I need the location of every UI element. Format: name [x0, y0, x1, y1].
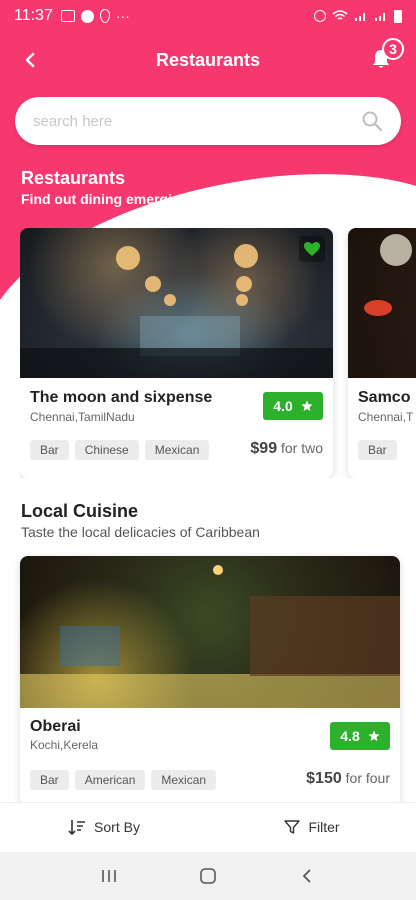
restaurant-image — [348, 228, 416, 378]
filter-icon — [284, 819, 301, 834]
bottom-action-bar: Sort By Filter — [0, 802, 416, 850]
restaurant-location: Chennai,T — [358, 410, 414, 424]
app-icon — [99, 9, 110, 23]
filter-button[interactable]: Filter — [208, 819, 416, 835]
price: $150 for four — [306, 770, 390, 788]
heart-icon — [304, 242, 320, 256]
cuisine-tag: Mexican — [151, 770, 217, 790]
chevron-left-icon — [302, 869, 311, 883]
status-icons-left: ··· — [60, 8, 130, 24]
notification-badge: 3 — [382, 38, 404, 60]
status-time: 11:37 — [14, 7, 53, 24]
cuisine-tag: Mexican — [144, 440, 210, 460]
skype-icon — [80, 9, 94, 23]
restaurant-name: The moon and sixpense — [30, 389, 213, 406]
signal-icon-2 — [375, 13, 385, 21]
notifications-button[interactable]: 3 — [364, 38, 404, 78]
cuisine-tag: Bar — [30, 770, 69, 790]
cuisine-tag: Bar — [358, 440, 397, 460]
food-decor — [364, 234, 412, 316]
recents-icon — [102, 870, 117, 882]
nav-back-button[interactable] — [292, 861, 322, 891]
restaurant-location: Chennai,TamilNadu — [30, 410, 135, 424]
rating-badge: 4.8 — [330, 722, 390, 750]
restaurant-image — [20, 228, 333, 378]
cuisine-tag: Chinese — [74, 440, 139, 460]
search-bar — [15, 97, 401, 145]
price-amount: $99 — [250, 440, 278, 457]
local-section-subtitle: Taste the local delicacies of Caribbean — [21, 524, 260, 540]
gallery-icon — [60, 10, 75, 22]
status-more: ··· — [115, 8, 130, 24]
sort-button[interactable]: Sort By — [0, 818, 208, 836]
filter-label: Filter — [308, 818, 340, 835]
status-bar: 11:37 ··· — [0, 0, 416, 32]
local-section-title: Local Cuisine — [21, 501, 139, 521]
home-button[interactable] — [193, 861, 223, 891]
app-bar: Restaurants 3 — [0, 38, 416, 82]
restaurants-section-subtitle: Find out dining emerging trends — [21, 191, 236, 207]
restaurant-name: Samco — [358, 389, 411, 406]
alarm-icon — [314, 10, 326, 22]
cuisine-tag: Bar — [30, 440, 69, 460]
page-title: Restaurants — [155, 49, 261, 70]
restaurant-name: Oberai — [30, 718, 81, 735]
back-button[interactable] — [16, 46, 44, 74]
cuisine-tags: Bar American Mexican — [30, 770, 217, 790]
restaurant-location: Kochi,Kerela — [30, 738, 99, 752]
cuisine-tags: Bar Chinese Mexican — [30, 440, 210, 460]
cuisine-tag: American — [74, 770, 146, 790]
restaurants-section-title: Restaurants — [21, 168, 126, 188]
system-nav-bar — [0, 852, 416, 900]
search-icon[interactable] — [361, 110, 383, 132]
restaurant-card[interactable]: Samco Chennai,T Bar — [348, 228, 416, 478]
restaurant-image — [20, 556, 400, 708]
sort-label: Sort By — [94, 818, 140, 835]
home-icon — [200, 868, 216, 884]
rating-value: 4.0 — [273, 398, 293, 414]
status-icons-right — [314, 9, 402, 23]
price-suffix: for four — [345, 770, 390, 786]
price-amount: $150 — [306, 770, 342, 787]
battery-icon — [394, 9, 402, 23]
recents-button[interactable] — [94, 861, 124, 891]
restaurants-carousel[interactable]: The moon and sixpense Chennai,TamilNadu … — [20, 228, 416, 478]
interior-decor — [20, 565, 400, 708]
price: $99 for two — [250, 440, 323, 458]
signal-icon — [355, 13, 365, 21]
rating-badge: 4.0 — [263, 392, 323, 420]
star-icon — [301, 400, 313, 411]
price-suffix: for two — [280, 440, 323, 456]
favorite-button[interactable] — [299, 236, 325, 262]
pendant-lights-decor — [20, 244, 333, 378]
wifi-icon — [332, 10, 348, 20]
star-icon — [368, 730, 380, 741]
rating-value: 4.8 — [340, 728, 360, 744]
search-input[interactable] — [33, 112, 361, 130]
local-restaurant-card[interactable]: Oberai Kochi,Kerela 4.8 Bar American Mex… — [20, 556, 400, 806]
restaurant-card[interactable]: The moon and sixpense Chennai,TamilNadu … — [20, 228, 333, 478]
chevron-left-icon — [25, 52, 35, 68]
sort-icon — [68, 819, 86, 835]
cuisine-tags: Bar — [358, 440, 397, 460]
